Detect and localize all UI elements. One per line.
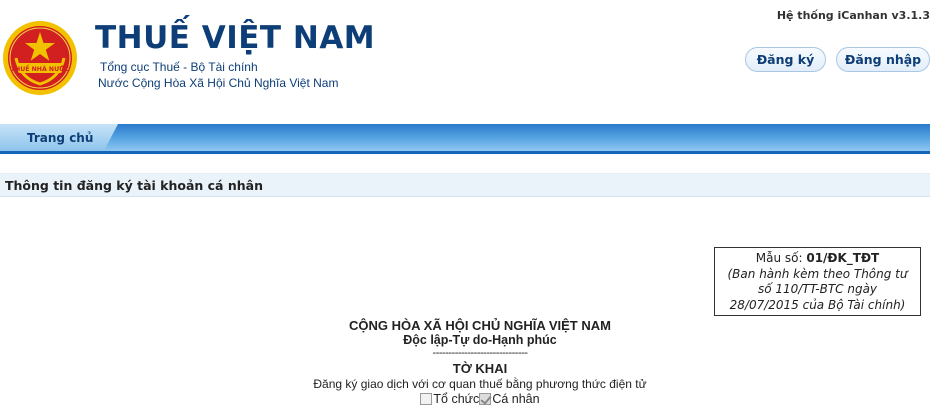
declaration-description: Đăng ký giao dịch với cơ quan thuế bằng … <box>313 377 647 391</box>
form-note-line-2: số 110/TT-BTC ngày <box>757 282 878 296</box>
system-version: Hệ thống iCanhan v3.1.3 <box>776 9 930 22</box>
section-title: Thông tin đăng ký tài khoản cá nhân <box>5 178 263 193</box>
site-header: THUẾ NHÀ NƯỚC THUẾ VIỆT NAM Tổng cục Thu… <box>0 0 930 124</box>
form-number-code: 01/ĐK_TĐT <box>806 251 880 265</box>
account-type-options: Tổ chức Cá nhân <box>280 392 680 406</box>
nav-tab-home[interactable]: Trang chủ <box>0 124 118 151</box>
form-number-label: Mẫu số: <box>755 251 807 265</box>
form-note-line-3: 28/07/2015 của Bộ Tài chính) <box>729 297 906 312</box>
org-checkbox[interactable] <box>420 393 433 405</box>
login-button[interactable]: Đăng nhập <box>836 47 930 72</box>
nav-tab-home-label: Trang chủ <box>27 131 94 145</box>
org-checkbox-label: Tổ chức <box>433 392 480 406</box>
main-nav-bar: Trang chủ <box>0 124 930 154</box>
individual-checkbox[interactable] <box>479 393 492 405</box>
register-button[interactable]: Đăng ký <box>745 47 826 72</box>
site-title: THUẾ VIỆT NAM <box>95 20 376 56</box>
individual-checkbox-label: Cá nhân <box>492 392 540 406</box>
form-number-box: Mẫu số: 01/ĐK_TĐT (Ban hành kèm theo Thô… <box>714 247 921 316</box>
national-motto: Độc lập-Tự do-Hạnh phúc <box>403 333 557 347</box>
declaration-title: TỜ KHAI <box>452 361 508 376</box>
site-subtitle-country: Nước Cộng Hòa Xã Hội Chủ Nghĩa Việt Nam <box>98 76 339 90</box>
republic-heading: CỘNG HÒA XÃ HỘI CHỦ NGHĨA VIỆT NAM <box>349 318 611 333</box>
heading-separator: ------------------------------ <box>432 347 528 359</box>
section-title-bar: Thông tin đăng ký tài khoản cá nhân <box>0 173 930 197</box>
tax-emblem-logo: THUẾ NHÀ NƯỚC <box>3 21 77 95</box>
site-subtitle-ministry: Tổng cục Thuế - Bộ Tài chính <box>100 60 258 74</box>
form-note-line-1: (Ban hành kèm theo Thông tư <box>727 266 908 281</box>
